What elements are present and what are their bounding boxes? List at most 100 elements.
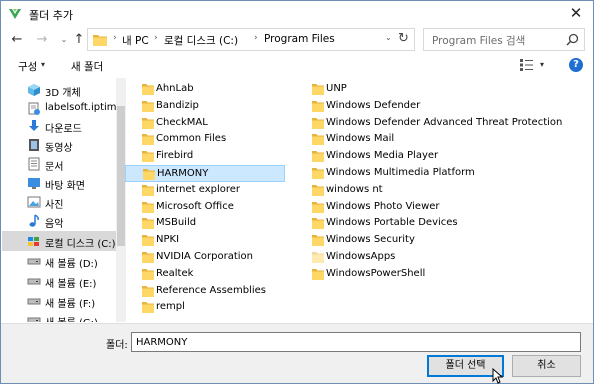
back-button[interactable]: ← bbox=[9, 32, 25, 48]
folder-item-label: UNP bbox=[326, 83, 347, 94]
sidebar-item-volume-f[interactable]: 새 볼륨 (F:) bbox=[2, 291, 116, 311]
footer-panel: 폴더: 폴더 선택 취소 bbox=[1, 323, 593, 383]
folder-item[interactable]: Windows Media Player bbox=[295, 148, 555, 165]
folder-item[interactable]: internet explorer bbox=[125, 182, 285, 199]
folder-item[interactable]: NVIDIA Corporation bbox=[125, 249, 285, 266]
breadcrumb-this-pc[interactable]: 내 PC bbox=[122, 33, 149, 48]
folder-field-label: 폴더: bbox=[106, 340, 128, 351]
sidebar-scrollbar-thumb[interactable] bbox=[117, 106, 125, 246]
sidebar-item-downloads[interactable]: 다운로드 bbox=[2, 116, 116, 136]
sidebar-item-pictures[interactable]: 사진 bbox=[2, 192, 116, 212]
folder-icon bbox=[142, 184, 154, 196]
sidebar-item-music[interactable]: 음악 bbox=[2, 211, 116, 231]
folder-item[interactable]: HARMONY bbox=[125, 165, 285, 182]
folder-item[interactable]: WindowsApps bbox=[295, 249, 555, 266]
folder-item[interactable]: Windows Defender bbox=[295, 98, 555, 115]
folder-item-label: Windows Photo Viewer bbox=[326, 200, 440, 212]
breadcrumb-separator[interactable]: › bbox=[154, 33, 158, 43]
folder-icon bbox=[142, 218, 154, 230]
sidebar-item-volume-g[interactable]: 새 볼륨 (G:) bbox=[2, 310, 116, 322]
new-folder-button[interactable]: 새 폴더 bbox=[71, 59, 103, 74]
folder-item-label: Microsoft Office bbox=[156, 200, 234, 212]
folder-item-label: internet explorer bbox=[156, 183, 241, 195]
folder-name-field[interactable] bbox=[131, 332, 581, 352]
sidebar-item-desktop[interactable]: 바탕 화면 bbox=[2, 173, 116, 193]
search-icon bbox=[566, 33, 579, 46]
address-bar[interactable]: › 내 PC › 로컬 디스크 (C:) › Program Files ⌄ ↻ bbox=[87, 28, 415, 51]
folder-icon bbox=[312, 268, 324, 280]
folder-item[interactable]: Windows Security bbox=[295, 232, 555, 249]
drive-icon bbox=[27, 258, 41, 265]
forward-button[interactable]: → bbox=[34, 32, 50, 48]
sidebar-item-label: 바탕 화면 bbox=[45, 181, 85, 192]
breadcrumb-separator[interactable]: › bbox=[113, 33, 117, 43]
cancel-button[interactable]: 취소 bbox=[512, 355, 581, 377]
sidebar-item-local-disk-c[interactable]: 로컬 디스크 (C:) bbox=[2, 231, 116, 251]
download-icon bbox=[29, 120, 39, 131]
folder-item-label: Common Files bbox=[156, 133, 227, 145]
sidebar-item-label: 새 볼륨 (F:) bbox=[45, 299, 96, 310]
folder-item[interactable]: UNP bbox=[295, 81, 555, 98]
folder-item[interactable]: Reference Assemblies bbox=[125, 283, 285, 300]
view-options-icon[interactable] bbox=[519, 58, 535, 72]
folder-icon bbox=[142, 100, 154, 112]
sidebar-item-videos[interactable]: 동영상 bbox=[2, 135, 116, 155]
help-icon[interactable]: ? bbox=[569, 58, 583, 72]
recent-locations-button[interactable]: ⌄ bbox=[56, 32, 72, 48]
folder-item[interactable]: Windows Mail bbox=[295, 131, 555, 148]
breadcrumb-local-disk[interactable]: 로컬 디스크 (C:) bbox=[164, 33, 238, 48]
search-input[interactable]: Program Files 검색 bbox=[423, 28, 585, 51]
folder-item[interactable]: Microsoft Office bbox=[125, 199, 285, 216]
mouse-cursor-icon bbox=[492, 368, 504, 384]
up-button[interactable]: ↑ bbox=[71, 32, 87, 48]
folder-item[interactable]: Bandizip bbox=[125, 98, 285, 115]
folder-item[interactable]: Windows Multimedia Platform bbox=[295, 165, 555, 182]
music-icon bbox=[29, 214, 39, 227]
sidebar-item-volume-d[interactable]: 새 볼륨 (D:) bbox=[2, 251, 116, 271]
breadcrumb-program-files[interactable]: Program Files bbox=[264, 33, 335, 45]
local-disk-icon bbox=[28, 237, 39, 246]
folder-icon bbox=[312, 184, 324, 196]
breadcrumb-separator[interactable]: › bbox=[254, 33, 258, 43]
folder-item[interactable]: WindowsPowerShell bbox=[295, 266, 555, 283]
address-dropdown-icon[interactable]: ⌄ bbox=[385, 33, 392, 42]
drive-icon bbox=[27, 317, 41, 322]
folder-item-label: Windows Multimedia Platform bbox=[326, 167, 475, 178]
folder-item[interactable]: rempl bbox=[125, 299, 285, 316]
folder-item[interactable]: Firebird bbox=[125, 148, 285, 165]
folder-item[interactable]: NPKI bbox=[125, 232, 285, 249]
sidebar-item-3d-objects[interactable]: 3D 개체 bbox=[2, 80, 116, 100]
folder-icon bbox=[142, 252, 154, 263]
folder-item-label: AhnLab bbox=[156, 83, 194, 94]
organize-button[interactable]: 구성 bbox=[18, 59, 37, 74]
close-button[interactable]: ✕ bbox=[559, 1, 593, 27]
folder-item-label: Windows Portable Devices bbox=[326, 217, 458, 229]
folder-item[interactable]: CheckMAL bbox=[125, 115, 285, 132]
chevron-down-icon[interactable]: ▾ bbox=[41, 60, 45, 69]
folder-item[interactable]: Windows Portable Devices bbox=[295, 215, 555, 232]
folder-item[interactable]: Common Files bbox=[125, 131, 285, 148]
close-icon: ✕ bbox=[569, 4, 583, 22]
folder-icon bbox=[312, 252, 324, 263]
folder-item[interactable]: AhnLab bbox=[125, 81, 285, 98]
title-bar: 폴더 추가 ✕ bbox=[1, 1, 593, 27]
sidebar-item-label: 사진 bbox=[45, 200, 64, 211]
folder-item-label: Bandizip bbox=[156, 99, 199, 111]
folder-icon bbox=[142, 84, 154, 95]
refresh-icon[interactable]: ↻ bbox=[398, 31, 409, 46]
sidebar-item-documents[interactable]: 문서 bbox=[2, 154, 116, 174]
chevron-down-icon[interactable]: ▾ bbox=[540, 60, 544, 69]
folder-icon bbox=[142, 302, 154, 314]
sidebar-item-volume-e[interactable]: 새 볼륨 (E:) bbox=[2, 271, 116, 291]
folder-item[interactable]: Windows Photo Viewer bbox=[295, 199, 555, 216]
sidebar-item-network-location[interactable]: labelsoft.iptime. bbox=[2, 98, 126, 118]
folder-item[interactable]: MSBuild bbox=[125, 215, 285, 232]
folder-item-label: NPKI bbox=[156, 234, 180, 246]
folder-item[interactable]: Realtek bbox=[125, 266, 285, 283]
folder-icon bbox=[142, 268, 154, 280]
folder-icon bbox=[142, 285, 154, 297]
folder-item[interactable]: Windows Defender Advanced Threat Protect… bbox=[295, 115, 562, 132]
folder-item[interactable]: windows nt bbox=[295, 182, 555, 199]
sidebar-item-label: 음악 bbox=[45, 219, 64, 230]
folder-item-label: WindowsApps bbox=[326, 251, 396, 262]
